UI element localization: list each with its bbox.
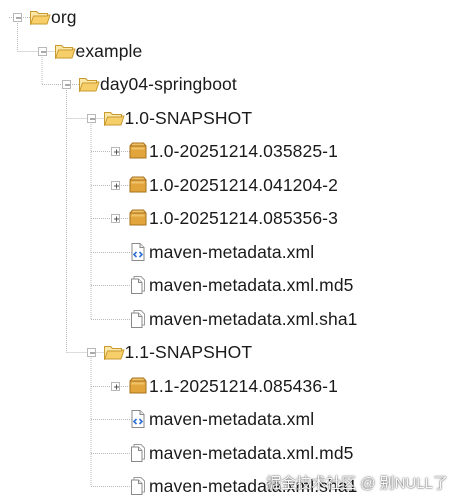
tree-node-maven-metadata-xml-sha1[interactable]: maven-metadata.xml.sha1 <box>0 307 458 331</box>
collapse-toggle-icon[interactable] <box>86 348 96 357</box>
tree-node-1-1-snapshot[interactable]: 1.1-SNAPSHOT <box>0 340 458 364</box>
expand-toggle-icon[interactable] <box>111 214 120 223</box>
expand-toggle-icon[interactable] <box>111 147 120 156</box>
tree-node-1-0-20251214-085356-3[interactable]: 1.0-20251214.085356-3 <box>0 206 458 230</box>
package-icon <box>127 175 149 195</box>
xml-file-icon <box>127 242 149 262</box>
tree-node-label: maven-metadata.xml <box>149 409 315 429</box>
folder-open-icon <box>103 108 125 128</box>
file-tree: org example day04-springboot 1.0-SNAPSHO… <box>0 0 458 503</box>
tree-node-label: 1.0-SNAPSHOT <box>124 108 253 128</box>
folder-open-icon <box>29 7 51 27</box>
package-icon <box>127 208 149 228</box>
watermark: 掘金技术社区 @ 别NULL了 <box>266 475 448 492</box>
tree-node-label: maven-metadata.xml <box>149 242 315 262</box>
collapse-toggle-icon[interactable] <box>62 80 71 89</box>
tree-node-org[interactable]: org <box>0 5 458 29</box>
tree-node-maven-metadata-xml-md5[interactable]: maven-metadata.xml.md5 <box>0 273 458 297</box>
tree-node-label: maven-metadata.xml.md5 <box>149 275 354 295</box>
tree-node-label: maven-metadata.xml.md5 <box>149 443 354 463</box>
tree-node-1-0-20251214-041204-2[interactable]: 1.0-20251214.041204-2 <box>0 173 458 197</box>
collapse-toggle-icon[interactable] <box>86 114 96 123</box>
file-icon <box>127 275 149 295</box>
expand-toggle-icon[interactable] <box>111 181 120 190</box>
xml-file-icon <box>127 409 149 429</box>
folder-open-icon <box>103 342 125 362</box>
file-icon <box>127 476 149 496</box>
tree-node-day04-springboot[interactable]: day04-springboot <box>0 72 458 96</box>
tree-node-label: day04-springboot <box>100 74 237 94</box>
tree-node-label: 1.0-20251214.085356-3 <box>149 208 338 228</box>
file-icon <box>127 443 149 463</box>
package-icon <box>127 141 149 161</box>
tree-node-label: 1.0-20251214.035825-1 <box>149 141 338 161</box>
tree-node-label: 1.0-20251214.041204-2 <box>149 175 338 195</box>
tree-node-label: org <box>51 7 77 27</box>
tree-node-1-0-snapshot[interactable]: 1.0-SNAPSHOT <box>0 106 458 130</box>
folder-open-icon <box>54 41 76 61</box>
file-icon <box>127 309 149 329</box>
expand-toggle-icon[interactable] <box>111 382 120 391</box>
tree-node-1-1-20251214-085436-1[interactable]: 1.1-20251214.085436-1 <box>0 374 458 398</box>
folder-open-icon <box>78 74 100 94</box>
tree-node-maven-metadata-xml-md5[interactable]: maven-metadata.xml.md5 <box>0 441 458 465</box>
package-icon <box>127 376 149 396</box>
tree-node-example[interactable]: example <box>0 39 458 63</box>
tree-node-label: example <box>75 41 143 61</box>
tree-node-label: 1.1-20251214.085436-1 <box>149 376 338 396</box>
collapse-toggle-icon[interactable] <box>13 13 22 22</box>
tree-node-maven-metadata-xml[interactable]: maven-metadata.xml <box>0 407 458 431</box>
tree-node-label: 1.1-SNAPSHOT <box>124 342 253 362</box>
tree-node-maven-metadata-xml[interactable]: maven-metadata.xml <box>0 240 458 264</box>
collapse-toggle-icon[interactable] <box>37 47 47 56</box>
tree-node-1-0-20251214-035825-1[interactable]: 1.0-20251214.035825-1 <box>0 139 458 163</box>
tree-node-label: maven-metadata.xml.sha1 <box>149 309 358 329</box>
